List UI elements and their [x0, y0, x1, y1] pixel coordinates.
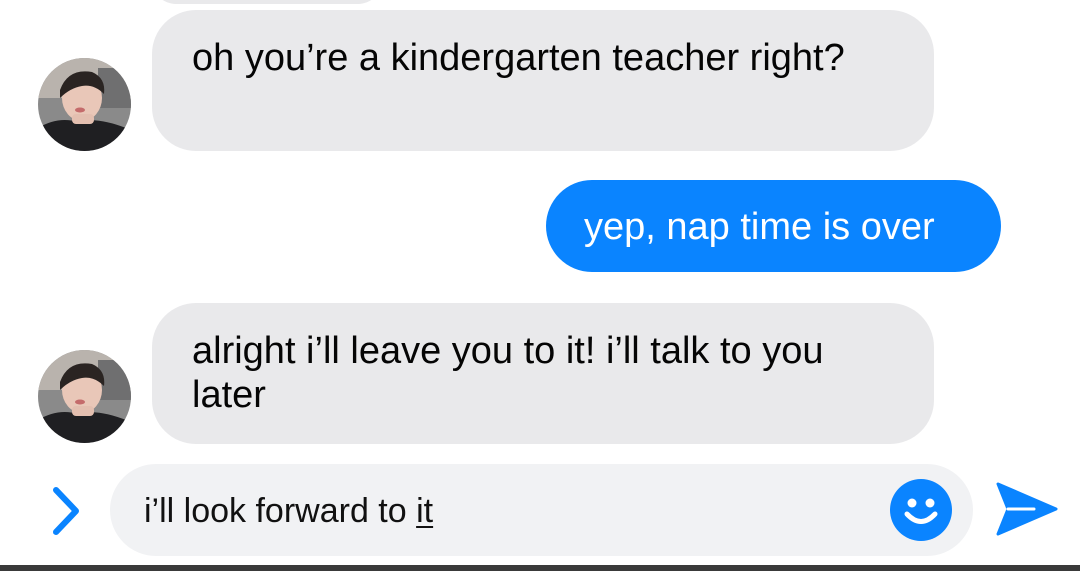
avatar-photo: [38, 350, 131, 443]
message-text: yep, nap time is over: [584, 206, 935, 248]
message-text: alright i’ll leave you to it! i’ll talk …: [192, 330, 824, 416]
message-input[interactable]: i’ll look forward to it: [110, 464, 973, 556]
incoming-message-bubble[interactable]: alright i’ll leave you to it! i’ll talk …: [152, 303, 934, 444]
draft-text-autocorrect-word: it: [416, 492, 434, 530]
message-text: oh you’re a kindergarten teacher right?: [192, 37, 845, 79]
send-arrow-icon: [996, 482, 1058, 536]
contact-avatar[interactable]: [38, 58, 131, 151]
message-input-text[interactable]: i’ll look forward to it: [144, 491, 433, 531]
previous-message-bubble-partial: [152, 0, 382, 4]
smiley-icon: [890, 479, 952, 541]
emoji-button[interactable]: [890, 479, 952, 541]
draft-text: i’ll look forward to: [144, 492, 417, 530]
outgoing-message-bubble[interactable]: yep, nap time is over: [546, 180, 1001, 272]
expand-actions-button[interactable]: [46, 484, 86, 538]
chevron-right-icon: [53, 487, 79, 535]
incoming-message-bubble[interactable]: oh you’re a kindergarten teacher right?: [152, 10, 934, 151]
keyboard-edge: [0, 565, 1080, 571]
send-button[interactable]: [994, 478, 1060, 540]
contact-avatar[interactable]: [38, 350, 131, 443]
avatar-photo: [38, 58, 131, 151]
